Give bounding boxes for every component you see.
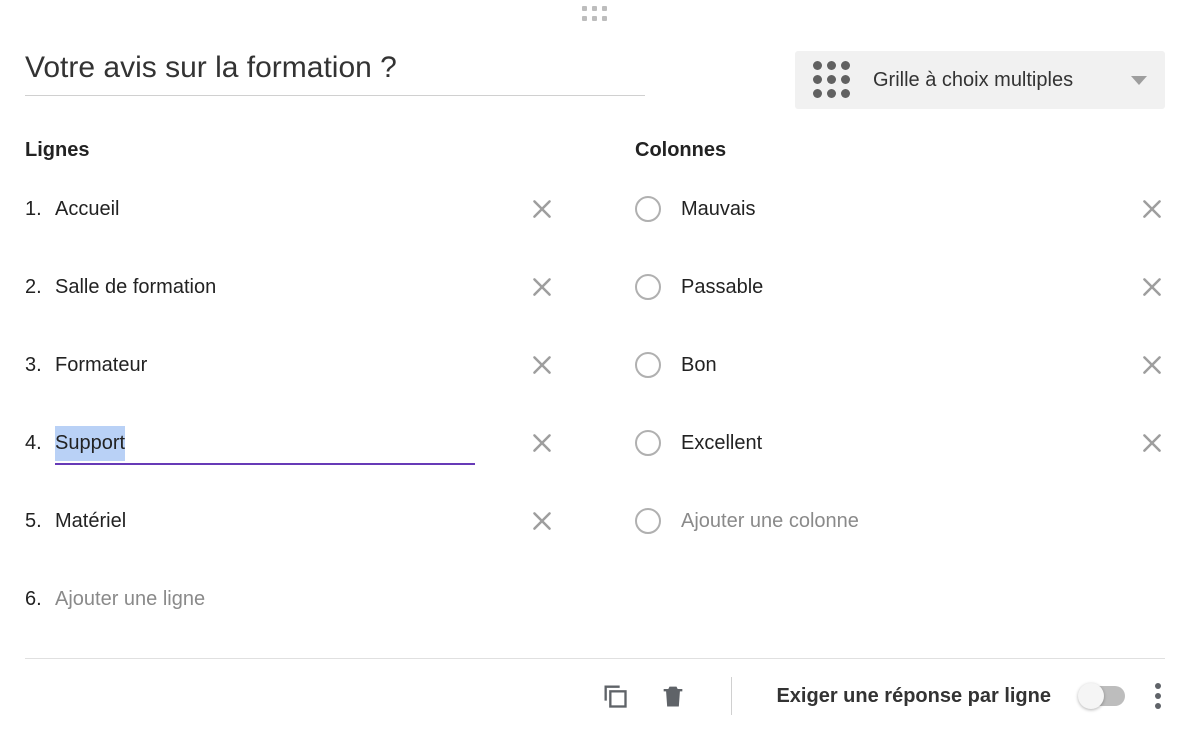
add-row-label: Ajouter une ligne (55, 582, 205, 617)
chevron-down-icon (1131, 76, 1147, 85)
remove-row-button[interactable] (529, 352, 555, 378)
row-item: 1. Accueil (25, 180, 555, 238)
question-title-input[interactable] (25, 47, 645, 96)
row-label-input[interactable]: Matériel (55, 504, 126, 539)
add-column[interactable]: Ajouter une colonne (635, 492, 1165, 550)
radio-icon (635, 274, 661, 300)
more-options-button[interactable] (1155, 683, 1161, 709)
column-item: Excellent (635, 414, 1165, 472)
row-index: 6. (25, 588, 55, 611)
column-item: Mauvais (635, 180, 1165, 238)
remove-row-button[interactable] (529, 274, 555, 300)
remove-column-button[interactable] (1139, 352, 1165, 378)
remove-column-button[interactable] (1139, 196, 1165, 222)
column-label-input[interactable]: Bon (681, 348, 717, 383)
required-toggle[interactable] (1081, 686, 1125, 706)
add-column-label: Ajouter une colonne (681, 504, 859, 539)
radio-icon (635, 196, 661, 222)
question-card: Grille à choix multiples Lignes 1. Accue… (15, 27, 1175, 715)
drag-handle-icon (582, 6, 609, 23)
grid-icon (813, 61, 851, 99)
drag-handle[interactable] (0, 0, 1190, 27)
remove-row-button[interactable] (529, 196, 555, 222)
radio-icon (635, 508, 661, 534)
columns-column: Colonnes Mauvais Passable Bon (635, 139, 1165, 648)
column-item: Bon (635, 336, 1165, 394)
question-footer: Exiger une réponse par ligne (25, 659, 1165, 715)
row-index: 5. (25, 510, 55, 533)
active-underline (55, 463, 475, 465)
row-label-input[interactable]: Accueil (55, 192, 119, 227)
radio-icon (635, 430, 661, 456)
column-label-input[interactable]: Mauvais (681, 192, 755, 227)
row-item: 5. Matériel (25, 492, 555, 550)
remove-column-button[interactable] (1139, 430, 1165, 456)
row-index: 2. (25, 276, 55, 299)
question-type-label: Grille à choix multiples (873, 69, 1131, 92)
add-row[interactable]: 6. Ajouter une ligne (25, 570, 555, 628)
row-index: 3. (25, 354, 55, 377)
row-item: 4. Support (25, 414, 555, 472)
remove-row-button[interactable] (529, 430, 555, 456)
row-label-input[interactable]: Salle de formation (55, 270, 216, 305)
rows-column: Lignes 1. Accueil 2. Salle de formation … (25, 139, 555, 648)
row-label-input[interactable]: Formateur (55, 348, 147, 383)
delete-button[interactable] (659, 682, 687, 710)
remove-column-button[interactable] (1139, 274, 1165, 300)
remove-row-button[interactable] (529, 508, 555, 534)
column-item: Passable (635, 258, 1165, 316)
required-label: Exiger une réponse par ligne (776, 685, 1051, 708)
radio-icon (635, 352, 661, 378)
row-item: 3. Formateur (25, 336, 555, 394)
row-index: 1. (25, 198, 55, 221)
footer-separator (731, 677, 732, 715)
row-item: 2. Salle de formation (25, 258, 555, 316)
duplicate-button[interactable] (601, 682, 629, 710)
row-index: 4. (25, 432, 55, 455)
question-header: Grille à choix multiples (25, 27, 1165, 109)
columns-heading: Colonnes (635, 139, 1165, 162)
question-type-select[interactable]: Grille à choix multiples (795, 51, 1165, 109)
rows-heading: Lignes (25, 139, 555, 162)
question-title-wrap (25, 47, 645, 96)
column-label-input[interactable]: Excellent (681, 426, 762, 461)
row-label-input[interactable]: Support (55, 426, 125, 461)
column-label-input[interactable]: Passable (681, 270, 763, 305)
